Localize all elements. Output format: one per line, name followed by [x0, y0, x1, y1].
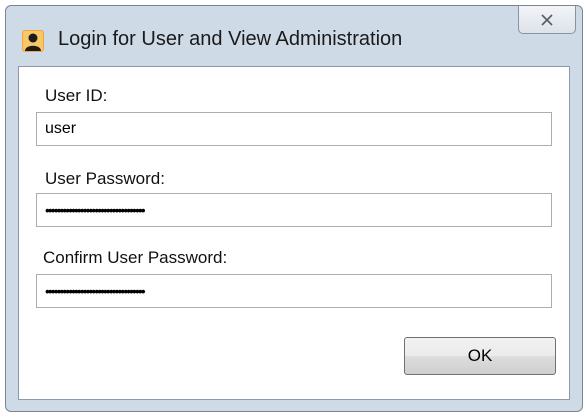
login-dialog: Login for User and View Administration U… — [0, 0, 588, 417]
title-bar[interactable]: Login for User and View Administration — [6, 6, 582, 66]
confirm-password-label: Confirm User Password: — [43, 248, 228, 267]
user-silhouette-icon — [22, 30, 44, 52]
window-title: Login for User and View Administration — [58, 28, 403, 50]
user-password-input[interactable] — [36, 193, 552, 227]
user-id-input[interactable] — [36, 112, 552, 146]
ok-button[interactable]: OK — [404, 337, 556, 375]
close-button[interactable] — [518, 6, 576, 34]
confirm-password-input[interactable] — [36, 274, 552, 308]
user-password-label: User Password: — [45, 169, 165, 188]
dialog-body: User ID: User Password: Confirm User Pas… — [18, 66, 570, 400]
user-id-label: User ID: — [45, 86, 108, 105]
close-icon — [540, 13, 554, 26]
